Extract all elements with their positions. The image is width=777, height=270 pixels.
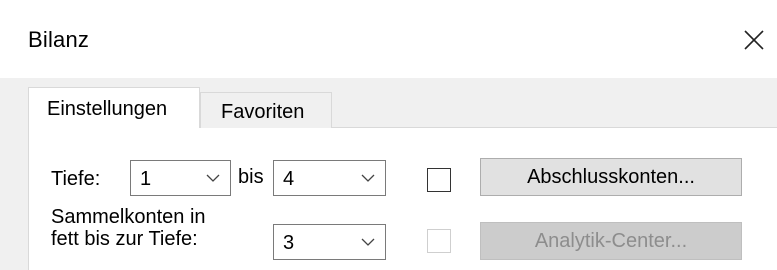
- analytik-center-button[interactable]: Analytik-Center...: [480, 222, 742, 260]
- abschlusskonten-button[interactable]: Abschlusskonten...: [480, 158, 742, 196]
- tab-einstellungen-label: Einstellungen: [47, 98, 168, 120]
- title-bar: Bilanz: [0, 0, 777, 78]
- sammelkonten-tiefe-value: 3: [283, 232, 295, 254]
- sammelkonten-label: Sammelkonten in fett bis zur Tiefe:: [51, 206, 206, 250]
- tiefe-label: Tiefe:: [51, 168, 101, 190]
- tab-favoriten-label: Favoriten: [221, 101, 305, 123]
- sammelkonten-tiefe-select[interactable]: 3: [273, 224, 386, 260]
- chevron-down-icon: [361, 238, 375, 246]
- tab-einstellungen[interactable]: Einstellungen: [28, 87, 200, 128]
- tiefe-to-select[interactable]: 4: [273, 160, 386, 196]
- tab-favoriten[interactable]: Favoriten: [200, 92, 332, 128]
- close-icon: [744, 30, 764, 50]
- chevron-down-icon: [361, 174, 375, 182]
- analytik-checkbox[interactable]: [427, 229, 451, 253]
- tiefe-to-value: 4: [283, 168, 295, 190]
- close-button[interactable]: [736, 22, 772, 58]
- sammelkonten-label-line1: Sammelkonten in: [51, 206, 206, 228]
- window-title: Bilanz: [28, 27, 90, 52]
- tiefe-from-select[interactable]: 1: [130, 160, 231, 196]
- sammelkonten-label-line2: fett bis zur Tiefe:: [51, 228, 198, 250]
- tiefe-from-value: 1: [140, 168, 152, 190]
- chevron-down-icon: [206, 174, 220, 182]
- bis-label: bis: [238, 166, 264, 188]
- abschlusskonten-checkbox[interactable]: [427, 168, 451, 192]
